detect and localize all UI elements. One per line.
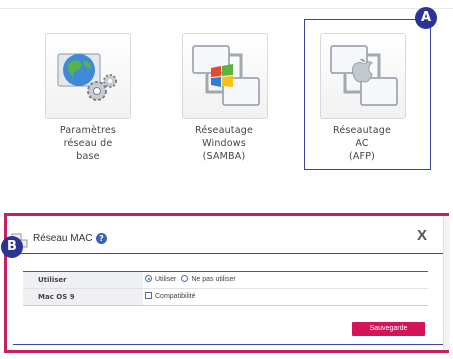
row-mac-os-9: Mac OS 9 Compatibilité bbox=[23, 289, 428, 306]
dialog-header-divider bbox=[12, 253, 443, 254]
use-radio-group: Utiliser Ne pas utiliser bbox=[145, 272, 236, 288]
compatibility-checkbox[interactable] bbox=[145, 292, 152, 299]
top-divider bbox=[0, 8, 453, 9]
dialog-title: Réseau MAC bbox=[33, 233, 93, 244]
windows-networking-tile[interactable] bbox=[182, 33, 268, 119]
compatibility-option: Compatibilité bbox=[145, 289, 195, 305]
dialog-bottom-divider bbox=[13, 344, 443, 345]
row-mac-os-9-label: Mac OS 9 bbox=[23, 289, 143, 305]
form-bottom-divider bbox=[23, 305, 428, 306]
callout-badge-a: A bbox=[415, 7, 437, 29]
radio-use-label[interactable]: Utiliser bbox=[155, 276, 176, 283]
dialog-scrollbar[interactable] bbox=[443, 216, 450, 350]
radio-do-not-use-label[interactable]: Ne pas utiliser bbox=[191, 276, 235, 283]
close-button[interactable]: X bbox=[417, 227, 427, 244]
radio-use[interactable] bbox=[145, 275, 152, 282]
network-settings-tile[interactable] bbox=[45, 33, 131, 119]
help-icon[interactable]: ? bbox=[96, 233, 107, 244]
radio-do-not-use[interactable] bbox=[181, 275, 189, 282]
compatibility-label[interactable]: Compatibilité bbox=[155, 293, 195, 300]
callout-highlight-a bbox=[304, 19, 431, 170]
mac-network-dialog: Réseau MAC ? X Utiliser Utiliser Ne pas … bbox=[4, 213, 450, 353]
globe-gear-icon bbox=[57, 53, 117, 101]
network-settings-label[interactable]: Paramètres réseau de base bbox=[33, 124, 143, 163]
callout-badge-b: B bbox=[1, 236, 23, 258]
row-use-label: Utiliser bbox=[23, 272, 143, 288]
windows-network-icon bbox=[192, 45, 260, 106]
save-button[interactable]: Sauvegarde bbox=[352, 322, 425, 336]
windows-networking-label[interactable]: Réseautage Windows (SAMBA) bbox=[169, 124, 279, 163]
row-use: Utiliser Utiliser Ne pas utiliser bbox=[23, 272, 428, 289]
